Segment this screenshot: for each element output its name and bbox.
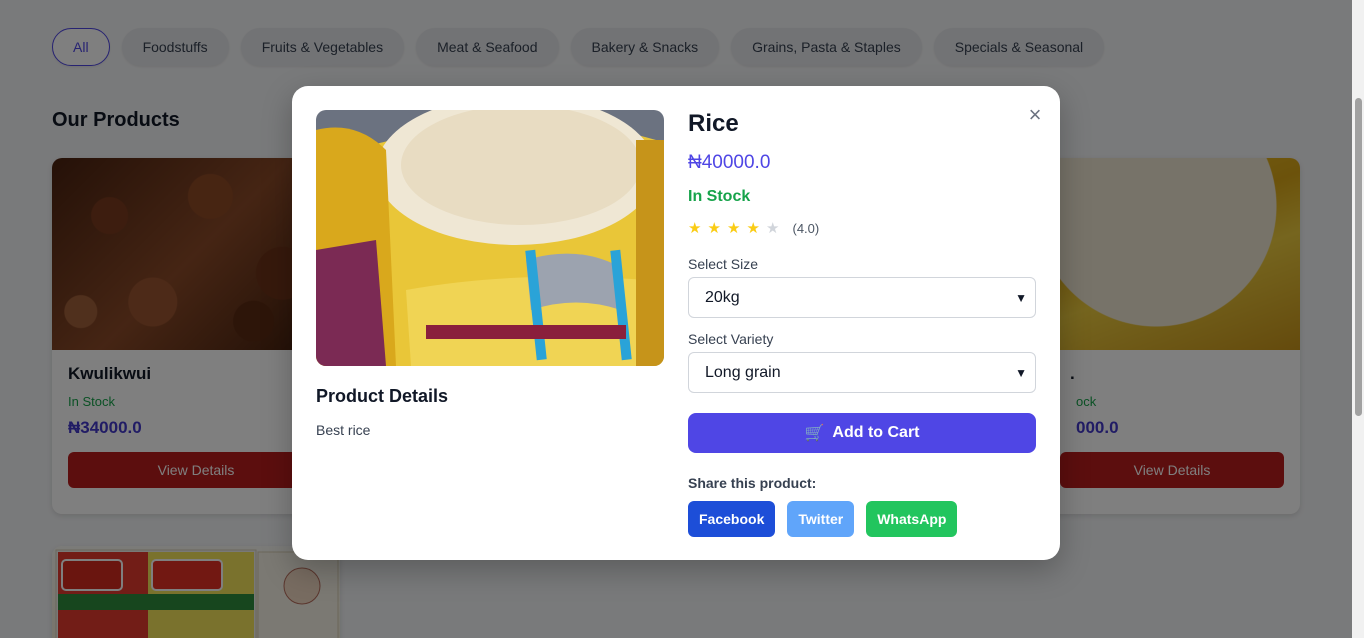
- size-select[interactable]: 20kg ▼: [688, 277, 1036, 318]
- add-to-cart-label: Add to Cart: [832, 424, 920, 441]
- variety-select[interactable]: Long grain ▼: [688, 352, 1036, 393]
- page-scrollbar[interactable]: [1352, 0, 1364, 638]
- rice-bags-graphic: [316, 110, 664, 366]
- share-whatsapp-button[interactable]: WhatsApp: [866, 501, 958, 537]
- product-price: ₦40000.0: [688, 152, 771, 173]
- variety-label: Select Variety: [688, 331, 774, 347]
- cart-icon: 🛒: [804, 425, 825, 442]
- star-icon: ★: [688, 220, 702, 237]
- share-facebook-button[interactable]: Facebook: [688, 501, 776, 537]
- product-details-heading: Product Details: [316, 386, 449, 406]
- product-modal: × Product Details Best rice Rice ₦40000.…: [292, 86, 1060, 560]
- scrollbar-thumb[interactable]: [1355, 98, 1362, 416]
- variety-selected-value: Long grain: [705, 363, 781, 381]
- product-title: Rice: [688, 110, 739, 137]
- star-icon: ★: [746, 220, 760, 237]
- add-to-cart-button[interactable]: 🛒 Add to Cart: [688, 413, 1036, 453]
- product-info-panel: Rice ₦40000.0 In Stock ★ ★ ★ ★ ★ (4.0) S…: [688, 110, 1036, 537]
- size-label: Select Size: [688, 256, 759, 272]
- star-icon: ★: [707, 220, 721, 237]
- size-selected-value: 20kg: [705, 288, 740, 306]
- rating-value: (4.0): [792, 220, 820, 236]
- product-description: Best rice: [316, 422, 371, 438]
- share-label: Share this product:: [688, 475, 817, 491]
- chevron-down-icon: ▼: [1015, 365, 1027, 380]
- share-buttons: Facebook Twitter WhatsApp: [688, 501, 1036, 537]
- share-twitter-button[interactable]: Twitter: [787, 501, 855, 537]
- chevron-down-icon: ▼: [1015, 290, 1027, 305]
- star-icon: ★: [766, 220, 780, 237]
- rice-product-image: [316, 110, 664, 366]
- star-icon: ★: [727, 220, 741, 237]
- star-rating: ★ ★ ★ ★ ★ (4.0): [688, 218, 1036, 238]
- stock-status: In Stock: [688, 188, 751, 205]
